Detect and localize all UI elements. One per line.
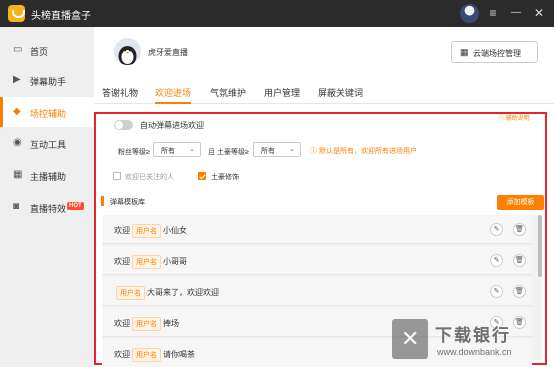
sidebar-item-label: 弹幕助手 [30, 77, 67, 87]
play-icon: ▶ [13, 74, 21, 85]
edit-icon[interactable]: ✎ [490, 254, 503, 267]
template-message: 用户名 大哥来了，欢迎欢迎 [114, 286, 219, 300]
hot-badge: HOT [67, 202, 84, 210]
profile-name: 虎牙爱直播 [148, 48, 188, 57]
sidebar-item-label: 场控辅助 [30, 109, 67, 119]
noble-decor-label: 土豪修饰 [211, 174, 239, 181]
sidebar-item-effects[interactable]: ◙ 直播特效 HOT [0, 192, 94, 222]
help-link-label: 辅助说明 [505, 116, 530, 122]
sidebar-item-danmu[interactable]: ▶ 弹幕助手 [0, 65, 94, 95]
user-avatar[interactable] [460, 4, 479, 23]
welcome-followed-checkbox[interactable] [113, 172, 121, 180]
tab-gift-thanks[interactable]: 答谢礼物 [102, 86, 138, 99]
watermark-url: www.downbank.cn [437, 347, 512, 357]
fan-level-label: 粉丝等级≥ [118, 149, 150, 156]
sidebar-item-label: 首页 [30, 47, 49, 57]
cloud-control-button[interactable]: ▦ 云端场控管理 [451, 41, 538, 63]
delete-icon[interactable]: 🗑 [513, 254, 526, 267]
auto-welcome-toggle[interactable] [114, 120, 133, 130]
watermark: 下载银行 www.downbank.cn [392, 319, 542, 363]
chevron-down-icon: ⌄ [189, 146, 195, 153]
watermark-title: 下载银行 [435, 326, 511, 345]
sidebar-item-label: 主播辅助 [30, 172, 67, 182]
template-row[interactable]: 用户名 大哥来了，欢迎欢迎 ✎ 🗑 [102, 277, 532, 306]
tab-atmosphere[interactable]: 气氛维护 [210, 86, 246, 99]
sidebar-item-control[interactable]: ◆ 场控辅助 [0, 97, 94, 127]
tab-user-management[interactable]: 用户管理 [264, 86, 300, 99]
camera-icon: ◙ [13, 201, 20, 212]
username-chip: 用户名 [116, 286, 145, 300]
add-template-button[interactable]: 添加模板 [497, 195, 544, 210]
template-row[interactable]: 欢迎 用户名 小哥哥 ✎ 🗑 [102, 246, 532, 275]
close-icon[interactable]: ✕ [531, 5, 547, 21]
noble-level-select[interactable]: 所有 ⌄ [253, 142, 301, 157]
monitor-icon: ▭ [13, 44, 23, 55]
template-library-title: 弹幕模板库 [110, 199, 145, 206]
penguin-icon [118, 46, 137, 65]
profile-avatar [114, 38, 141, 65]
template-message: 欢迎 用户名 捧场 [114, 317, 179, 331]
template-row[interactable]: 欢迎 用户名 小仙女 ✎ 🗑 [102, 215, 532, 244]
welcome-followed-label: 欢迎已关注的人 [125, 174, 174, 181]
fan-level-select[interactable]: 所有 ⌄ [153, 142, 201, 157]
fan-level-value: 所有 [161, 148, 175, 155]
default-hint-text: 默认是所有，欢迎所有进场用户 [318, 148, 417, 155]
grid-icon: ▦ [460, 47, 469, 57]
app-logo-icon [8, 5, 25, 22]
globe-icon: ◉ [13, 137, 22, 148]
watermark-logo-icon [392, 319, 428, 359]
sidebar-item-home[interactable]: ▭ 首页 [0, 35, 94, 65]
chevron-down-icon: ⌄ [289, 146, 295, 153]
username-chip: 用户名 [132, 255, 161, 269]
minimize-icon[interactable]: — [508, 5, 524, 21]
edit-icon[interactable]: ✎ [490, 285, 503, 298]
app-title: 头榜直播盒子 [31, 11, 91, 22]
tab-block-keywords[interactable]: 屏蔽关键词 [318, 86, 363, 99]
default-hint: ⓘ 默认是所有，欢迎所有进场用户 [310, 148, 417, 155]
username-chip: 用户名 [132, 348, 161, 362]
template-message: 欢迎 用户名 小哥哥 [114, 255, 187, 269]
tab-welcome[interactable]: 欢迎进场 [155, 86, 192, 104]
shield-icon: ◆ [13, 106, 21, 117]
menu-icon[interactable]: ≡ [485, 5, 501, 21]
sidebar-item-host[interactable]: ▦ 主播辅助 [0, 160, 94, 190]
edit-icon[interactable]: ✎ [490, 223, 503, 236]
username-chip: 用户名 [132, 224, 161, 238]
noble-level-value: 所有 [261, 148, 275, 155]
delete-icon[interactable]: 🗑 [513, 223, 526, 236]
section-marker [101, 196, 104, 206]
auto-welcome-label: 自动弹幕进场欢迎 [140, 121, 204, 130]
sidebar: ▭ 首页 ▶ 弹幕助手 ◆ 场控辅助 ◉ 互动工具 ▦ 主播辅助 ◙ 直播特效 … [0, 27, 94, 367]
sidebar-item-interaction[interactable]: ◉ 互动工具 [0, 128, 94, 158]
noble-decor-checkbox[interactable] [198, 172, 206, 180]
sidebar-item-label: 互动工具 [30, 140, 67, 150]
title-bar: 头榜直播盒子 ≡ — ✕ [0, 0, 554, 27]
noble-level-label: 且 土豪等级≥ [208, 149, 249, 156]
username-chip: 用户名 [132, 317, 161, 331]
grid-icon: ▦ [13, 169, 23, 180]
list-scrollbar[interactable] [538, 215, 542, 277]
delete-icon[interactable]: 🗑 [513, 285, 526, 298]
tab-bar: 答谢礼物 欢迎进场 气氛维护 用户管理 屏蔽关键词 [94, 80, 554, 104]
template-message: 欢迎 用户名 小仙女 [114, 224, 187, 238]
cloud-control-label: 云端场控管理 [473, 49, 521, 58]
sidebar-item-label: 直播特效 [30, 204, 67, 214]
template-message: 欢迎 用户名 请你喝茶 [114, 348, 195, 362]
help-link[interactable]: ⓘ 辅助说明 [498, 113, 530, 122]
